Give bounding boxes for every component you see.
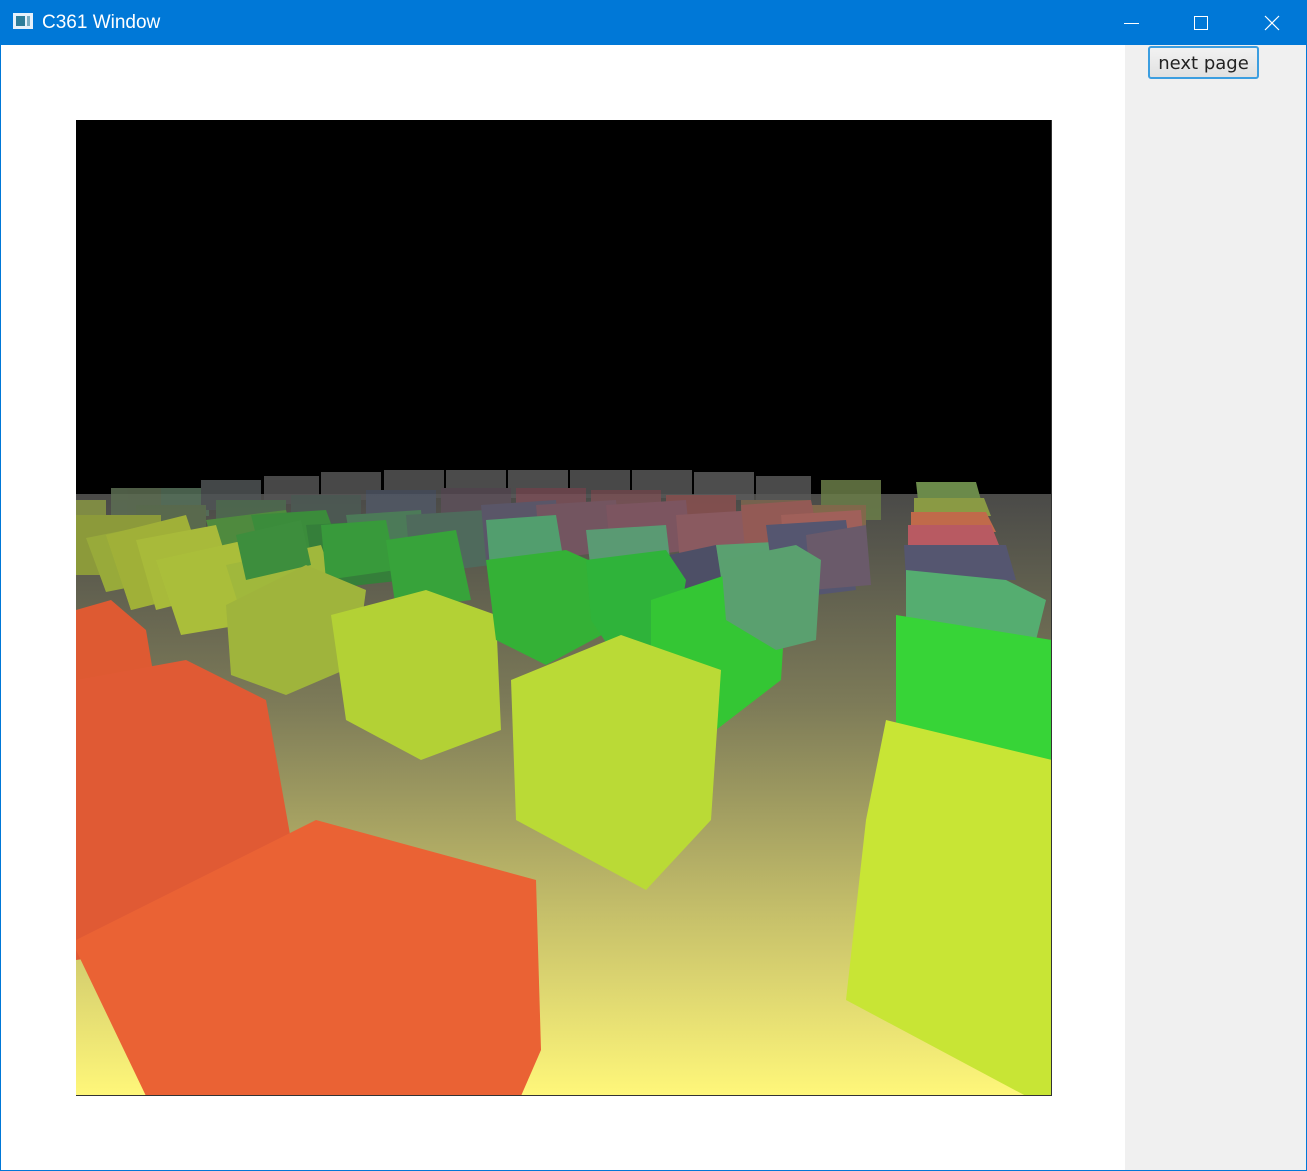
- maximize-icon: [1194, 16, 1208, 30]
- window-title: C361 Window: [42, 12, 161, 33]
- minimize-icon: [1124, 23, 1139, 24]
- app-window: C361 Window next page: [0, 0, 1307, 1171]
- canvas-panel: [1, 45, 1125, 1170]
- 3d-viewport[interactable]: [76, 120, 1052, 1096]
- minimize-button[interactable]: [1098, 1, 1166, 45]
- title-bar[interactable]: C361 Window: [1, 1, 1306, 45]
- sky: [76, 120, 1051, 494]
- 3d-scene: [76, 120, 1051, 1095]
- window-app-icon: [13, 13, 33, 29]
- next-page-button[interactable]: next page: [1148, 46, 1259, 79]
- close-button[interactable]: [1237, 1, 1305, 45]
- maximize-button[interactable]: [1167, 1, 1235, 45]
- close-icon: [1264, 15, 1280, 31]
- control-sidebar: next page: [1125, 45, 1306, 1170]
- client-area: next page: [1, 45, 1306, 1170]
